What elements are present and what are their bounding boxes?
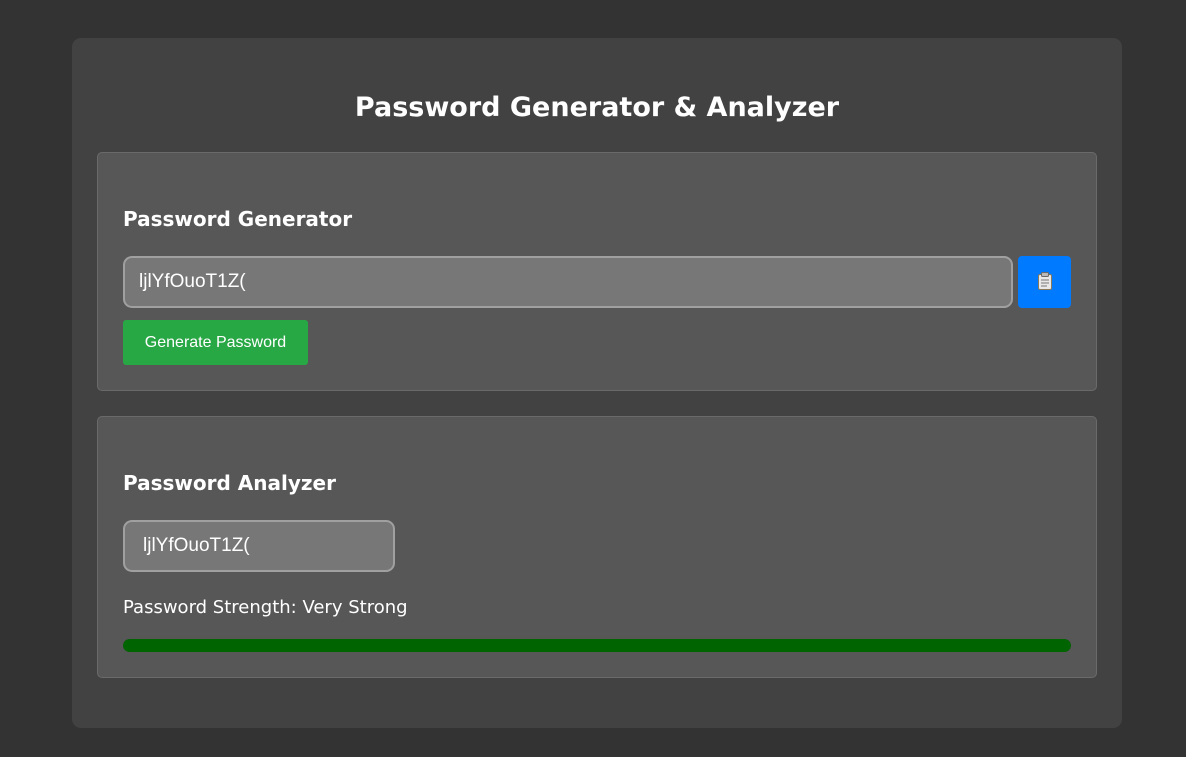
page-title: Password Generator & Analyzer (354, 92, 840, 123)
analyzer-panel: Password Analyzer Password Strength: Ver… (97, 416, 1097, 678)
strength-meter (123, 639, 1071, 652)
password-strength-text: Password Strength: Very Strong (123, 597, 408, 618)
copy-button[interactable] (1018, 256, 1071, 308)
app-container: Password Generator & Analyzer Password G… (72, 38, 1122, 728)
generator-heading: Password Generator (123, 207, 353, 231)
generator-panel: Password Generator Generate Password (97, 152, 1097, 391)
analyzer-password-input[interactable] (123, 520, 395, 572)
strength-meter-fill (123, 639, 1071, 652)
clipboard-icon (1037, 271, 1053, 293)
generate-password-button[interactable]: Generate Password (123, 320, 308, 365)
generated-password-field[interactable] (123, 256, 1013, 308)
analyzer-heading: Password Analyzer (123, 471, 336, 495)
